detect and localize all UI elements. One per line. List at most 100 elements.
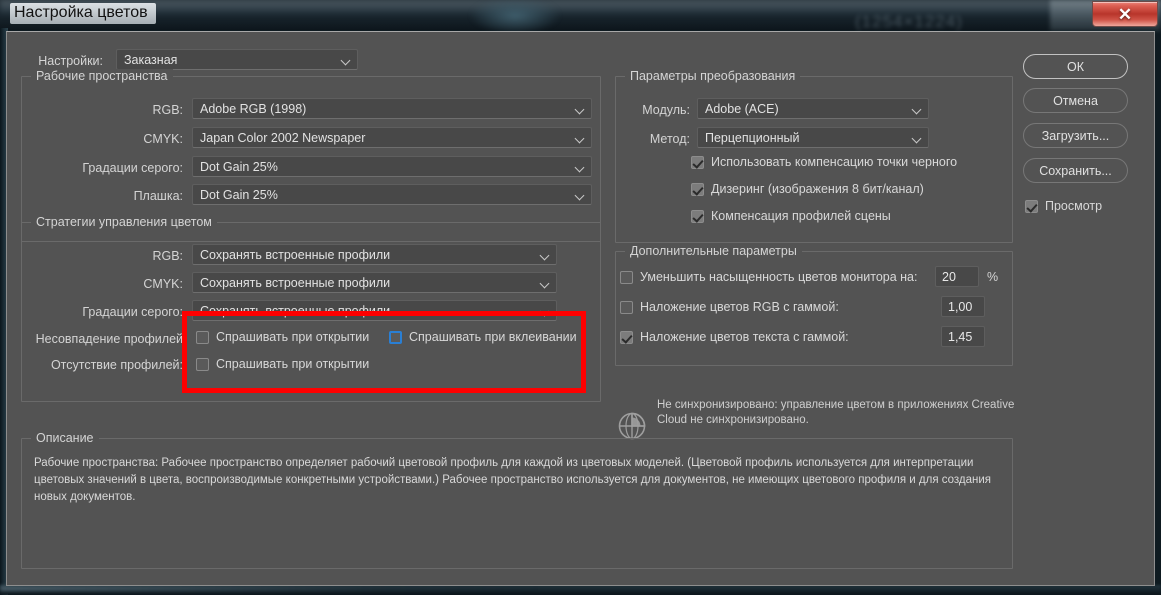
- desaturate-monitor-value: 20: [942, 269, 956, 284]
- close-icon: ✕: [1117, 4, 1133, 24]
- blend-text-gamma-label: Наложение цветов текста с гаммой:: [640, 330, 849, 344]
- checkbox-box-icon: [691, 209, 704, 223]
- cancel-button-label: Отмена: [1053, 93, 1098, 108]
- checkbox-box-icon: [691, 155, 704, 169]
- chevron-down-icon: [541, 251, 549, 259]
- scene-profile-compensation-label: Компенсация профилей сцены: [711, 209, 891, 223]
- description-panel: Описание Рабочие пространства: Рабочее п…: [21, 431, 1013, 569]
- blend-text-gamma-checkbox[interactable]: Наложение цветов текста с гаммой:: [620, 330, 849, 344]
- advanced-controls-legend: Дополнительные параметры: [625, 244, 802, 258]
- ws-cmyk-select[interactable]: Japan Color 2002 Newspaper: [192, 127, 592, 148]
- chevron-down-icon: [913, 134, 921, 142]
- ws-gray-select[interactable]: Dot Gain 25%: [192, 156, 592, 177]
- ws-gray-value: Dot Gain 25%: [200, 159, 278, 174]
- checkbox-box-icon: [620, 330, 633, 344]
- conversion-options-legend: Параметры преобразования: [625, 69, 801, 83]
- checkbox-box-icon: [620, 300, 633, 314]
- load-button-label: Загрузить...: [1041, 128, 1110, 143]
- blend-text-gamma-value: 1,45: [948, 329, 973, 344]
- chevron-down-icon: [913, 105, 921, 113]
- chevron-down-icon: [342, 56, 350, 64]
- desaturate-monitor-input[interactable]: 20: [935, 266, 979, 287]
- ws-cmyk-label: CMYK:: [143, 132, 183, 146]
- preview-label: Просмотр: [1045, 199, 1103, 213]
- engine-label: Модуль:: [642, 103, 690, 117]
- ok-button[interactable]: ОК: [1023, 54, 1128, 79]
- blend-text-gamma-input[interactable]: 1,45: [941, 326, 985, 347]
- policy-gray-select[interactable]: Сохранять встроенные профили: [192, 300, 557, 321]
- window-titlebar: Настройка цветов ✕: [0, 0, 1161, 31]
- policy-gray-value: Сохранять встроенные профили: [200, 303, 391, 318]
- ws-spot-select[interactable]: Dot Gain 25%: [192, 184, 592, 205]
- missing-profile-label: Отсутствие профилей:: [50, 358, 183, 372]
- cancel-button[interactable]: Отмена: [1023, 88, 1128, 113]
- sync-status-text: Не синхронизировано: управление цветом в…: [657, 399, 1015, 426]
- intent-value: Перцепционный: [705, 130, 800, 145]
- checkbox-box-icon: [620, 270, 633, 284]
- window-title: Настройка цветов: [10, 3, 156, 24]
- dither-checkbox[interactable]: Дизеринг (изображения 8 бит/канал): [691, 182, 924, 196]
- blend-rgb-gamma-value: 1,00: [948, 299, 973, 314]
- desaturate-monitor-unit: %: [987, 270, 999, 284]
- ws-rgb-label: RGB:: [152, 103, 183, 117]
- ws-cmyk-value: Japan Color 2002 Newspaper: [200, 130, 366, 145]
- settings-select-value: Заказная: [124, 52, 178, 67]
- preview-checkbox[interactable]: Просмотр: [1025, 199, 1102, 213]
- backdrop-bottom-sheen: [0, 586, 540, 591]
- intent-select[interactable]: Перцепционный: [697, 127, 929, 148]
- ws-spot-value: Dot Gain 25%: [200, 187, 278, 202]
- chevron-down-icon: [541, 279, 549, 287]
- engine-value: Adobe (ACE): [705, 101, 779, 116]
- desaturate-monitor-label: Уменьшить насыщенность цветов монитора н…: [640, 270, 918, 284]
- black-point-compensation-checkbox[interactable]: Использовать компенсацию точки черного: [691, 155, 957, 169]
- color-policies-legend: Стратегии управления цветом: [31, 215, 217, 229]
- ws-spot-label: Плашка:: [133, 189, 183, 203]
- black-point-compensation-label: Использовать компенсацию точки черного: [711, 155, 958, 169]
- description-text: Рабочие пространства: Рабочее пространст…: [34, 457, 992, 503]
- engine-select[interactable]: Adobe (ACE): [697, 98, 929, 119]
- chevron-down-icon: [541, 307, 549, 315]
- checkbox-box-icon: [196, 330, 209, 344]
- ask-when-opening-mismatch-label: Спрашивать при открытии: [216, 330, 370, 344]
- policy-gray-label: Градации серого:: [82, 305, 183, 319]
- checkbox-box-icon: [196, 357, 209, 371]
- creative-cloud-icon: [615, 407, 649, 441]
- intent-label: Метод:: [649, 132, 690, 146]
- settings-select[interactable]: Заказная: [116, 49, 358, 70]
- ask-when-opening-missing-checkbox[interactable]: Спрашивать при открытии: [196, 357, 369, 371]
- ws-rgb-select[interactable]: Adobe RGB (1998): [192, 98, 592, 119]
- profile-mismatch-label: Несовпадение профилей: [35, 332, 183, 346]
- chevron-down-icon: [576, 163, 584, 171]
- blend-rgb-gamma-label: Наложение цветов RGB с гаммой:: [640, 300, 839, 314]
- blend-rgb-gamma-checkbox[interactable]: Наложение цветов RGB с гаммой:: [620, 300, 839, 314]
- ask-when-pasting-checkbox[interactable]: Спрашивать при вклеивании: [389, 330, 577, 344]
- chevron-down-icon: [576, 134, 584, 142]
- ask-when-opening-mismatch-checkbox[interactable]: Спрашивать при открытии: [196, 330, 369, 344]
- policy-cmyk-select[interactable]: Сохранять встроенные профили: [192, 272, 557, 293]
- policy-cmyk-label: CMYK:: [143, 277, 183, 291]
- working-spaces-legend: Рабочие пространства: [31, 69, 173, 83]
- policy-cmyk-value: Сохранять встроенные профили: [200, 275, 391, 290]
- policy-rgb-select[interactable]: Сохранять встроенные профили: [192, 244, 557, 265]
- ask-when-opening-missing-label: Спрашивать при открытии: [216, 357, 370, 371]
- scene-profile-compensation-checkbox[interactable]: Компенсация профилей сцены: [691, 209, 891, 223]
- checkbox-box-icon: [389, 330, 402, 344]
- ws-gray-label: Градации серого:: [82, 161, 183, 175]
- save-button[interactable]: Сохранить...: [1023, 158, 1128, 183]
- description-legend: Описание: [31, 431, 99, 445]
- checkbox-box-icon: [1025, 199, 1038, 213]
- ws-rgb-value: Adobe RGB (1998): [200, 101, 307, 116]
- color-settings-dialog: Настройки: Заказная Рабочие пространства…: [6, 31, 1155, 586]
- dither-label: Дизеринг (изображения 8 бит/канал): [711, 182, 924, 196]
- close-button[interactable]: ✕: [1092, 1, 1158, 27]
- chevron-down-icon: [576, 105, 584, 113]
- policy-rgb-value: Сохранять встроенные профили: [200, 247, 391, 262]
- ask-when-pasting-label: Спрашивать при вклеивании: [409, 330, 577, 344]
- desaturate-monitor-checkbox[interactable]: Уменьшить насыщенность цветов монитора н…: [620, 270, 917, 284]
- save-button-label: Сохранить...: [1039, 163, 1112, 178]
- ok-button-label: ОК: [1066, 59, 1084, 74]
- settings-label: Настройки:: [38, 54, 103, 68]
- blend-rgb-gamma-input[interactable]: 1,00: [941, 296, 985, 317]
- load-button[interactable]: Загрузить...: [1023, 123, 1128, 148]
- checkbox-box-icon: [691, 182, 704, 196]
